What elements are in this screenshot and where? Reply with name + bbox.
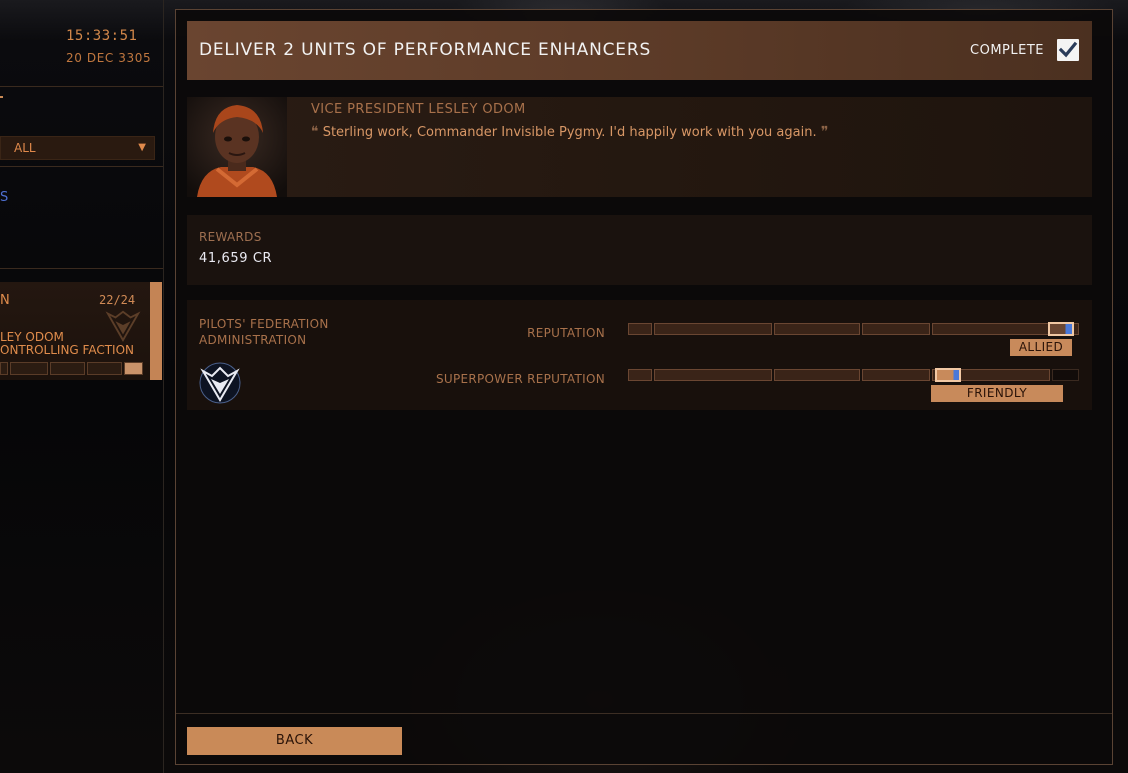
- mission-progress-bar: [0, 362, 143, 375]
- reputation-marker: [1048, 322, 1074, 336]
- reputation-marker: [935, 368, 961, 382]
- divider: [0, 166, 163, 167]
- reputation-segment: [1052, 369, 1079, 381]
- mission-giver-box: VICE PRESIDENT LESLEY ODOM ❝ Sterling wo…: [187, 97, 1092, 197]
- superpower-reputation-bar: [628, 368, 1081, 383]
- reputation-label: REPUTATION: [527, 326, 605, 340]
- rewards-value: 41,659 CR: [199, 251, 273, 266]
- reputation-level-badge: ALLIED: [1010, 339, 1072, 356]
- superpower-reputation-level-badge: FRIENDLY: [931, 385, 1063, 402]
- divider: [0, 268, 163, 269]
- rewards-label: REWARDS: [199, 230, 262, 244]
- reputation-segment: [774, 369, 860, 381]
- down-arrow-icon: ▼: [138, 142, 146, 153]
- progress-segment: [123, 362, 143, 375]
- reputation-segment: [774, 323, 860, 335]
- superpower-reputation-label: SUPERPOWER REPUTATION: [435, 372, 605, 386]
- faction-emblem-icon: [105, 310, 141, 342]
- mission-faction: ONTROLLING FACTION: [0, 343, 135, 357]
- reputation-segment: [862, 323, 930, 335]
- reputation-segment: [654, 369, 772, 381]
- reputation-segment: [654, 323, 772, 335]
- progress-segment: [50, 362, 85, 375]
- progress-segment: [9, 362, 49, 375]
- reputation-segment: [628, 323, 652, 335]
- divider-tick: [0, 96, 3, 98]
- quote-text: Sterling work, Commander Invisible Pygmy…: [322, 125, 817, 140]
- selected-indicator: [150, 282, 162, 380]
- section-header-fragment: S: [0, 190, 9, 205]
- complete-checkbox: [1057, 39, 1079, 61]
- mission-list-item[interactable]: N 22/24 LEY ODOM ONTROLLING FACTION: [0, 282, 150, 380]
- open-quote-icon: ❝: [311, 124, 319, 140]
- reputation-bar: [628, 322, 1081, 337]
- filter-value: ALL: [14, 141, 36, 155]
- checkmark-icon: [1058, 41, 1078, 58]
- giver-portrait-avatar: [187, 97, 287, 197]
- reputation-box: PILOTS' FEDERATION ADMINISTRATION REPUTA…: [187, 300, 1092, 410]
- mission-count: 22/24: [99, 293, 136, 307]
- reputation-segment: [862, 369, 930, 381]
- footer-divider: [176, 713, 1112, 714]
- pilots-federation-icon: [199, 362, 241, 404]
- clock-date: 20 DEC 3305: [66, 51, 152, 65]
- rewards-box: REWARDS 41,659 CR: [187, 215, 1092, 285]
- progress-segment: [0, 362, 8, 375]
- panel-border: [163, 0, 164, 773]
- complete-label: COMPLETE: [970, 43, 1044, 58]
- giver-quote: ❝ Sterling work, Commander Invisible Pyg…: [311, 124, 828, 140]
- progress-segment: [86, 362, 122, 375]
- reputation-segment: [932, 323, 1050, 335]
- mission-title-bar: DELIVER 2 UNITS OF PERFORMANCE ENHANCERS…: [187, 21, 1092, 80]
- close-quote-icon: ❞: [820, 124, 829, 140]
- clock-time: 15:33:51: [66, 28, 138, 44]
- giver-name: VICE PRESIDENT LESLEY ODOM: [311, 102, 526, 117]
- mission-title: DELIVER 2 UNITS OF PERFORMANCE ENHANCERS: [199, 40, 652, 60]
- mission-giver: LEY ODOM: [0, 330, 64, 344]
- mission-name: N: [0, 293, 10, 308]
- mission-list-panel: 15:33:51 20 DEC 3305 ALL ▼ S N 22/24 LEY…: [0, 0, 164, 773]
- back-button[interactable]: BACK: [187, 727, 402, 755]
- screen: 15:33:51 20 DEC 3305 ALL ▼ S N 22/24 LEY…: [0, 0, 1128, 773]
- reputation-segment: [628, 369, 652, 381]
- mission-detail-dialog: DELIVER 2 UNITS OF PERFORMANCE ENHANCERS…: [175, 9, 1113, 765]
- divider: [0, 86, 163, 87]
- mission-filter-select[interactable]: ALL ▼: [0, 136, 155, 160]
- faction-name: PILOTS' FEDERATION ADMINISTRATION: [199, 317, 329, 347]
